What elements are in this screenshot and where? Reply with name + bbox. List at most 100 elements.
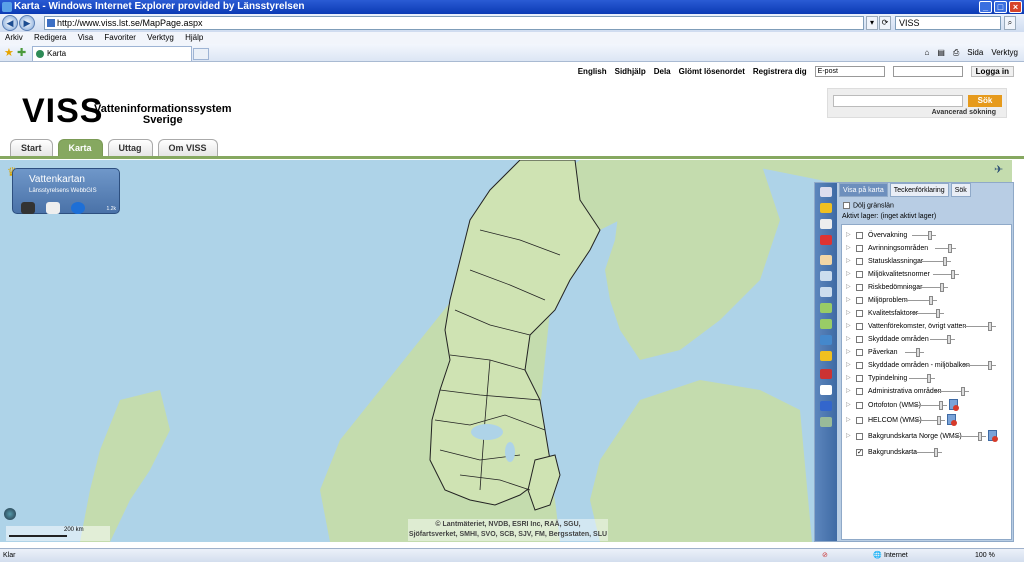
- layer-row[interactable]: ▷ Skyddade områden: [846, 334, 1011, 347]
- feeds-icon[interactable]: ▤: [937, 48, 945, 58]
- layer-checkbox[interactable]: [856, 310, 863, 317]
- url-field[interactable]: http://www.viss.lst.se/MapPage.aspx: [44, 16, 864, 30]
- delete-icon[interactable]: [820, 235, 832, 245]
- layer-row[interactable]: ▷ Vattenförekomster, övrigt vatten: [846, 321, 1011, 334]
- menu-item-redigera[interactable]: Redigera: [34, 33, 66, 42]
- site-search-input[interactable]: [833, 95, 963, 107]
- layer-checkbox[interactable]: ✓: [856, 449, 863, 456]
- add-favorites-icon[interactable]: ✚: [17, 46, 26, 59]
- opacity-slider-track[interactable]: [905, 352, 924, 353]
- link-glomt-losenord[interactable]: Glömt lösenordet: [679, 67, 745, 76]
- page-menu[interactable]: Sida: [967, 48, 983, 58]
- layer-row[interactable]: ▷ Miljökvalitetsnormer: [846, 269, 1011, 282]
- site-logo[interactable]: VISS: [22, 92, 103, 131]
- expand-arrow-icon[interactable]: ▷: [846, 269, 851, 280]
- help-icon[interactable]: [71, 202, 85, 214]
- opacity-slider-handle[interactable]: [948, 244, 952, 253]
- home-icon[interactable]: ⌂: [924, 48, 929, 58]
- expand-arrow-icon[interactable]: ▷: [846, 295, 851, 306]
- browser-search-input[interactable]: VISS: [895, 16, 1001, 30]
- full-extent-icon[interactable]: [820, 187, 832, 197]
- expand-arrow-icon[interactable]: ▷: [846, 334, 851, 345]
- layer-row[interactable]: ▷ Ortofoton (WMS): [846, 399, 1011, 413]
- info-icon[interactable]: [820, 351, 832, 361]
- expand-arrow-icon[interactable]: ▷: [846, 431, 851, 442]
- layer-row[interactable]: ▷ Avrinningsområden: [846, 243, 1011, 256]
- menu-item-arkiv[interactable]: Arkiv: [5, 33, 23, 42]
- layer-row[interactable]: ▷ Bakgrundskarta Norge (WMS): [846, 430, 1011, 444]
- menu-item-verktyg[interactable]: Verktyg: [147, 33, 174, 42]
- layer-checkbox[interactable]: [856, 297, 863, 304]
- bookmark-icon[interactable]: [820, 203, 832, 213]
- site-search-button[interactable]: Sök: [968, 95, 1002, 107]
- back-button[interactable]: ◀: [2, 15, 18, 31]
- map-corner-icon[interactable]: ✈: [994, 163, 1010, 176]
- opacity-slider-handle[interactable]: [988, 322, 992, 331]
- measure-icon[interactable]: [820, 369, 832, 379]
- locate-icon[interactable]: [820, 385, 832, 395]
- opacity-slider-handle[interactable]: [943, 257, 947, 266]
- email-field[interactable]: E-post: [814, 66, 885, 77]
- opacity-slider-handle[interactable]: [961, 387, 965, 396]
- link-dela[interactable]: Dela: [654, 67, 671, 76]
- expand-arrow-icon[interactable]: ▷: [846, 243, 851, 254]
- layer-checkbox[interactable]: [856, 375, 863, 382]
- globe-tool-icon[interactable]: [820, 335, 832, 345]
- expand-arrow-icon[interactable]: ▷: [846, 360, 851, 371]
- layer-checkbox[interactable]: [856, 232, 863, 239]
- menu-item-favoriter[interactable]: Favoriter: [104, 33, 136, 42]
- document-icon[interactable]: [820, 219, 832, 229]
- opacity-slider-handle[interactable]: [939, 401, 943, 410]
- pan-hand-icon[interactable]: [820, 255, 832, 265]
- opacity-slider-handle[interactable]: [916, 348, 920, 357]
- layer-row[interactable]: ▷ Miljöproblem: [846, 295, 1011, 308]
- expand-arrow-icon[interactable]: ▷: [846, 347, 851, 358]
- opacity-slider-handle[interactable]: [929, 296, 933, 305]
- opacity-slider-handle[interactable]: [934, 448, 938, 457]
- tab-start[interactable]: Start: [10, 139, 53, 156]
- layer-checkbox[interactable]: [856, 245, 863, 252]
- tab-visa-pa-karta[interactable]: Visa på karta: [839, 183, 888, 197]
- opacity-slider-handle[interactable]: [978, 432, 982, 441]
- search-icon[interactable]: ⌕: [1004, 16, 1016, 30]
- tab-karta[interactable]: Karta: [57, 139, 103, 156]
- favorites-star-icon[interactable]: ★: [4, 46, 14, 59]
- browser-tab[interactable]: Karta: [32, 46, 192, 61]
- expand-arrow-icon[interactable]: ▷: [846, 386, 851, 397]
- identify-icon[interactable]: [820, 401, 832, 411]
- layer-row[interactable]: ▷ Statusklassningar: [846, 256, 1011, 269]
- zoom-in-icon[interactable]: [820, 271, 832, 281]
- layer-row[interactable]: ▷✓Bakgrundskarta: [846, 447, 1011, 460]
- expand-arrow-icon[interactable]: ▷: [846, 400, 851, 411]
- menu-item-hjalp[interactable]: Hjälp: [185, 33, 203, 42]
- opacity-slider-handle[interactable]: [940, 283, 944, 292]
- tab-sok[interactable]: Sök: [950, 183, 971, 197]
- layer-checkbox[interactable]: [856, 362, 863, 369]
- forward-button[interactable]: ▶: [19, 15, 35, 31]
- expand-arrow-icon[interactable]: ▷: [846, 282, 851, 293]
- opacity-slider-handle[interactable]: [927, 374, 931, 383]
- opacity-slider-handle[interactable]: [936, 309, 940, 318]
- link-registrera[interactable]: Registrera dig: [753, 67, 807, 76]
- opacity-slider-track[interactable]: [909, 378, 935, 379]
- layer-row[interactable]: ▷ Övervakning: [846, 230, 1011, 243]
- layer-checkbox[interactable]: [856, 433, 863, 440]
- opacity-slider-handle[interactable]: [947, 335, 951, 344]
- previous-extent-icon[interactable]: [820, 303, 832, 313]
- zoom-out-icon[interactable]: [820, 287, 832, 297]
- minimize-button[interactable]: _: [979, 1, 992, 13]
- menu-item-visa[interactable]: Visa: [78, 33, 93, 42]
- opacity-slider-track[interactable]: [933, 274, 959, 275]
- layer-row[interactable]: ▷ Administrativa områden: [846, 386, 1011, 399]
- layer-checkbox[interactable]: [856, 284, 863, 291]
- layer-row[interactable]: ▷ Påverkan: [846, 347, 1011, 360]
- wms-remove-icon[interactable]: [947, 414, 957, 426]
- link-english[interactable]: English: [578, 67, 607, 76]
- wms-remove-icon[interactable]: [949, 399, 959, 411]
- layer-checkbox[interactable]: [856, 402, 863, 409]
- wms-remove-icon[interactable]: [988, 430, 998, 442]
- globe-icon[interactable]: [4, 508, 16, 520]
- login-button[interactable]: Logga in: [970, 66, 1014, 77]
- expand-arrow-icon[interactable]: ▷: [846, 230, 851, 241]
- password-field[interactable]: [892, 66, 963, 77]
